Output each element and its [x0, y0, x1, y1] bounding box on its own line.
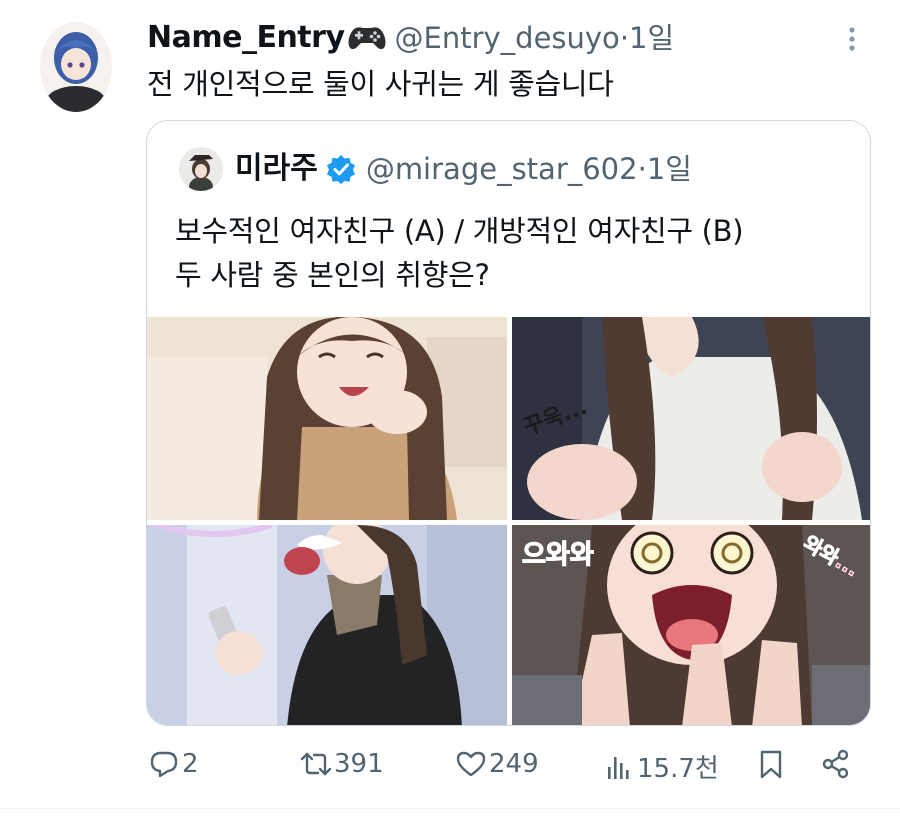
divider [0, 808, 900, 809]
media-image-4[interactable]: 으와와 와와... [512, 525, 870, 725]
more-icon[interactable] [840, 22, 864, 56]
repost-icon [300, 752, 332, 776]
views-count: 15.7천 [637, 754, 719, 784]
views-icon [608, 756, 629, 779]
quote-text-line2: 두 사람 중 본인의 취향은? [175, 258, 490, 292]
display-name[interactable]: Name_Entry [147, 18, 345, 58]
repost-button[interactable]: 391 [300, 748, 384, 780]
quote-card[interactable]: 미라주 @mirage_star_602 · 1일 보수적인 여자친구 (A) … [146, 120, 871, 726]
reply-icon [150, 751, 178, 778]
quote-separator: · [637, 152, 647, 186]
share-icon [822, 749, 849, 779]
media-grid: 꾸욱... 으와와 와와... [147, 317, 870, 725]
like-count: 249 [489, 749, 539, 779]
gamepad-icon [348, 27, 385, 50]
quote-header: 미라주 @mirage_star_602 · 1일 [235, 149, 692, 189]
quote-timestamp[interactable]: 1일 [647, 149, 692, 189]
quote-text-line1: 보수적인 여자친구 (A) / 개방적인 여자친구 (B) [175, 214, 744, 248]
reply-count: 2 [182, 749, 199, 779]
like-icon [456, 751, 486, 777]
bookmark-icon [760, 750, 782, 779]
quote-display-name[interactable]: 미라주 [235, 149, 318, 189]
media-image-2[interactable]: 꾸욱... [512, 317, 870, 520]
bookmark-button[interactable] [755, 748, 789, 780]
quote-avatar [179, 147, 223, 191]
action-bar: 2 391 249 15.7천 [0, 748, 900, 792]
like-button[interactable]: 249 [455, 748, 539, 780]
timestamp[interactable]: 1일 [629, 18, 674, 58]
views-button[interactable]: 15.7천 [603, 748, 719, 785]
avatar[interactable] [40, 22, 112, 112]
handle[interactable]: @Entry_desuyo [395, 18, 620, 58]
share-button[interactable] [820, 748, 854, 780]
reply-button[interactable]: 2 [148, 748, 199, 780]
media-image-3[interactable] [147, 525, 507, 725]
post-header: Name_Entry @Entry_desuyo · 1일 [147, 18, 674, 58]
quote-handle[interactable]: @mirage_star_602 [366, 149, 638, 189]
media-image-1[interactable] [147, 317, 507, 520]
repost-count: 391 [334, 749, 384, 779]
separator: · [619, 21, 630, 55]
verified-icon [326, 155, 355, 184]
sfx-text-2: 으와와 [522, 540, 594, 570]
post-text: 전 개인적으로 둘이 사귀는 게 좋습니다 [147, 67, 614, 101]
quote-text: 보수적인 여자친구 (A) / 개방적인 여자친구 (B) 두 사람 중 본인의… [175, 209, 744, 297]
